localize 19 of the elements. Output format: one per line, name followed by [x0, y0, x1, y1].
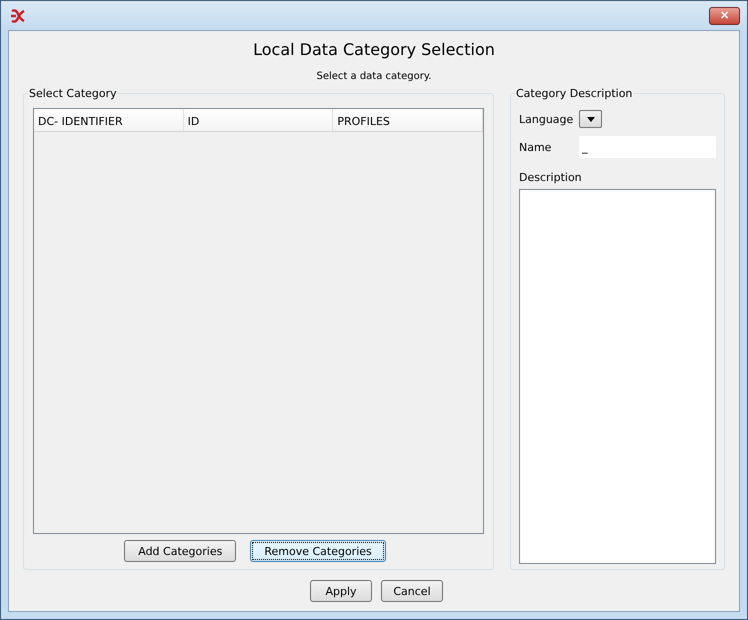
language-dropdown[interactable] [579, 110, 602, 128]
dialog-subtitle: Select a data category. [316, 71, 432, 82]
language-label: Language [519, 112, 574, 126]
group-legend: Select Category [28, 87, 118, 100]
column-header[interactable]: ID [184, 109, 334, 131]
dialog-heading: Local Data Category Selection [253, 40, 495, 59]
category-button[interactable]: Remove Categories [250, 540, 386, 562]
group-legend: Category Description [515, 87, 634, 100]
column-header[interactable]: PROFILES [333, 109, 484, 131]
app-logo-icon [10, 8, 26, 22]
name-label: Name [519, 140, 552, 154]
description-label: Description [519, 171, 583, 184]
dropdown-arrow-icon [586, 116, 594, 122]
description-field[interactable] [519, 189, 716, 564]
category-button[interactable]: Add Categories [124, 540, 236, 562]
dialog-button[interactable]: Apply [310, 580, 372, 602]
dialog-button[interactable]: Cancel [381, 580, 443, 602]
column-header[interactable]: DC- IDENTIFIER [34, 109, 184, 131]
name-field[interactable]: _ [579, 136, 716, 158]
